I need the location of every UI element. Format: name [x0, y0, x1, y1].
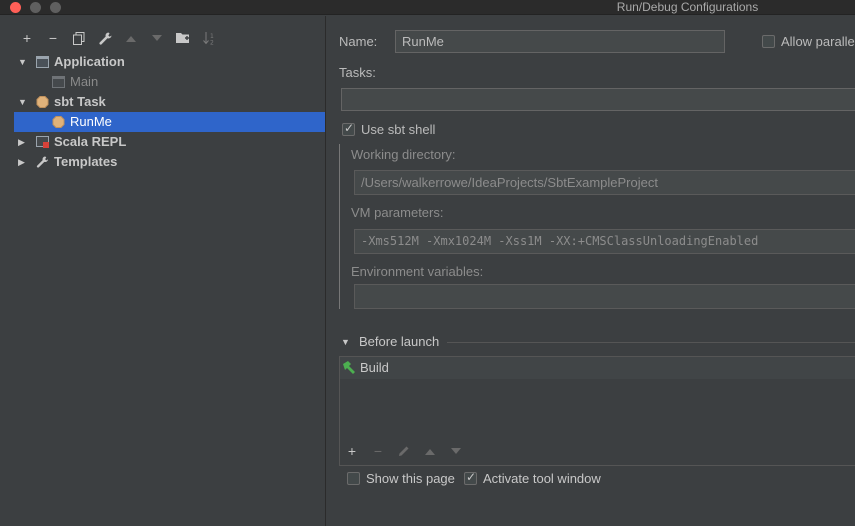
sort-button[interactable]: 12	[196, 28, 222, 48]
tree-item-application[interactable]: ▼ Application	[14, 52, 325, 72]
show-this-page-label: Show this page	[366, 471, 455, 486]
edit-task-button[interactable]	[391, 441, 417, 461]
allow-parallel-checkbox[interactable]	[762, 35, 775, 48]
name-label: Name:	[339, 34, 378, 49]
console-icon	[36, 136, 49, 148]
move-task-up-button[interactable]	[417, 441, 443, 461]
remove-task-button[interactable]: −	[365, 441, 391, 461]
tree-item-label: Application	[54, 54, 125, 69]
arrow-down-icon	[451, 447, 461, 454]
activate-tool-window-checkbox[interactable]	[464, 470, 477, 485]
application-config-icon	[52, 76, 65, 88]
environment-variables-label: Environment variables:	[351, 264, 484, 279]
configurations-panel: + − 12 ▼ Application Main ▼ sbt Task Run…	[0, 16, 326, 526]
move-up-button[interactable]	[118, 28, 144, 48]
tree-item-label: Scala REPL	[54, 134, 127, 149]
move-task-down-button[interactable]	[443, 441, 469, 461]
add-configuration-button[interactable]: +	[14, 28, 40, 48]
arrow-up-icon	[126, 35, 136, 42]
expand-arrow-icon[interactable]: ▼	[18, 92, 27, 112]
environment-variables-input[interactable]	[354, 284, 855, 309]
tree-item-label: RunMe	[70, 114, 112, 129]
before-launch-separator	[447, 342, 855, 343]
tasks-input[interactable]	[341, 88, 855, 111]
before-launch-item-build[interactable]: Build	[340, 357, 855, 379]
move-into-folder-button[interactable]	[170, 28, 196, 48]
collapse-arrow-icon[interactable]: ▶	[18, 132, 25, 152]
add-task-button[interactable]: +	[339, 441, 365, 461]
title-bar: Run/Debug Configurations	[0, 0, 855, 15]
remove-configuration-button[interactable]: −	[40, 28, 66, 48]
show-this-page-checkbox[interactable]	[347, 472, 360, 485]
window-title: Run/Debug Configurations	[616, 0, 759, 14]
tree-item-label: Main	[70, 74, 99, 89]
expand-arrow-icon[interactable]: ▼	[18, 52, 27, 72]
vm-parameters-label: VM parameters:	[351, 205, 444, 220]
sort-icon: 12	[202, 31, 214, 45]
allow-parallel-label: Allow paralle	[781, 34, 855, 49]
arrow-down-icon	[152, 34, 162, 41]
before-launch-title: Before launch	[359, 334, 440, 349]
copy-configuration-button[interactable]	[66, 28, 92, 48]
tree-item-templates[interactable]: ▶ Templates	[14, 152, 325, 172]
folder-icon	[176, 33, 189, 43]
collapse-arrow-icon[interactable]: ▶	[18, 152, 25, 172]
before-launch-item-label: Build	[360, 360, 389, 375]
tasks-label: Tasks:	[339, 65, 376, 80]
wrench-icon	[36, 156, 49, 168]
tree-item-scala-repl[interactable]: ▶ Scala REPL	[14, 132, 325, 152]
tree-item-sbt-task[interactable]: ▼ sbt Task	[14, 92, 325, 112]
tree-item-label: sbt Task	[54, 94, 106, 109]
edit-defaults-button[interactable]	[92, 28, 118, 48]
configurations-tree: ▼ Application Main ▼ sbt Task RunMe ▶ Sc…	[14, 52, 325, 172]
working-directory-label: Working directory:	[351, 147, 456, 162]
use-sbt-shell-checkbox[interactable]	[342, 121, 355, 136]
use-sbt-shell-label: Use sbt shell	[361, 122, 436, 137]
pencil-icon	[399, 446, 409, 456]
copy-icon	[73, 31, 85, 45]
hammer-icon	[343, 361, 355, 374]
configurations-toolbar: + − 12	[14, 28, 222, 48]
sbt-icon	[52, 116, 65, 128]
vm-parameters-input[interactable]: -Xms512M -Xmx1024M -Xss1M -XX:+CMSClassU…	[354, 229, 855, 254]
sbt-icon	[36, 96, 49, 108]
activate-tool-window-label: Activate tool window	[483, 471, 601, 486]
arrow-up-icon	[425, 448, 435, 455]
move-down-button[interactable]	[144, 28, 170, 48]
svg-text:2: 2	[210, 39, 214, 45]
tree-item-main[interactable]: Main	[14, 72, 325, 92]
before-launch-toggle-icon[interactable]: ▼	[341, 337, 350, 347]
application-icon	[36, 56, 49, 68]
shell-group-border	[339, 144, 340, 309]
tree-item-runme[interactable]: RunMe	[14, 112, 325, 132]
configuration-editor: Name: RunMe Allow paralle Tasks: Use sbt…	[327, 16, 855, 526]
working-directory-input[interactable]: /Users/walkerrowe/IdeaProjects/SbtExampl…	[354, 170, 855, 195]
name-input[interactable]: RunMe	[395, 30, 725, 53]
wrench-icon	[98, 32, 111, 45]
before-launch-toolbar: + −	[339, 440, 469, 462]
tree-item-label: Templates	[54, 154, 118, 169]
